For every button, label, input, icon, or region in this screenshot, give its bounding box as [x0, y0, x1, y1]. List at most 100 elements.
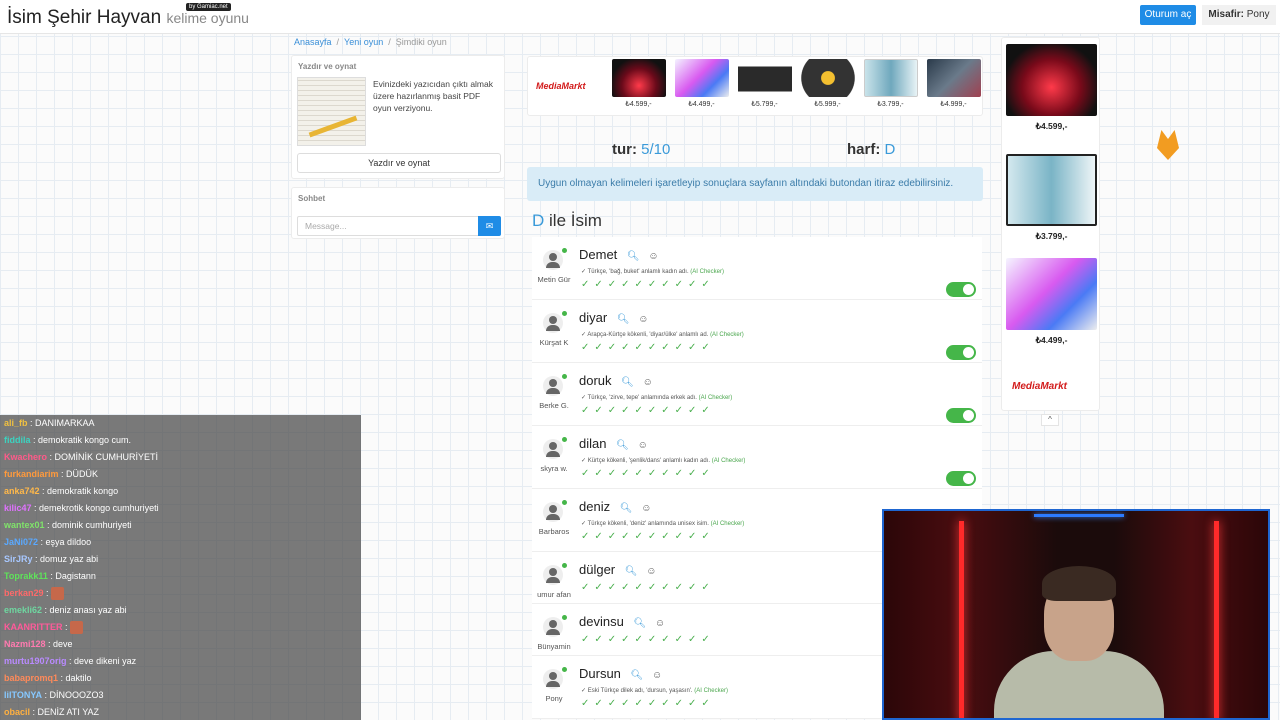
answer-actions: 🔍︎ ☺ [625, 566, 657, 577]
chat-username: fiddila [4, 435, 31, 445]
side-ad-product[interactable]: ₺4.599,- [1006, 44, 1097, 132]
chat-username: Kwachero [4, 452, 48, 462]
search-icon[interactable]: 🔍︎ [616, 440, 629, 451]
search-icon[interactable]: 🔍︎ [631, 670, 644, 681]
chat-username: berkan29 [4, 588, 44, 598]
search-icon[interactable]: 🔍︎ [620, 503, 633, 514]
emoji-icon[interactable]: ☺ [655, 618, 665, 629]
chat-send-button[interactable]: ✉ [478, 216, 501, 236]
search-icon[interactable]: 🔍︎ [625, 566, 638, 577]
player-name: Kürşat K [539, 338, 569, 347]
chat-message-input[interactable]: Message... [297, 216, 479, 236]
answer-word: dilan 🔍︎ ☺ [579, 436, 648, 451]
chat-message: KAANRITTER : [0, 619, 361, 636]
chat-username: JaNi072 [4, 537, 39, 547]
login-button[interactable]: Oturum aç [1140, 5, 1196, 25]
ad-product[interactable]: ₺5.799,- [736, 59, 793, 108]
search-icon[interactable]: 🔍︎ [621, 377, 634, 388]
vote-checks: ✓✓✓✓✓✓✓✓✓✓ [581, 342, 715, 353]
ad-product[interactable]: ₺5.999,- [799, 59, 856, 108]
gaming-monitor-image [800, 59, 855, 97]
monitor-image [611, 59, 666, 97]
answer-word: diyar 🔍︎ ☺ [579, 310, 649, 325]
user-avatar-icon [543, 250, 563, 270]
search-icon[interactable]: 🔍︎ [633, 618, 646, 629]
breadcrumb-home[interactable]: Anasayfa [294, 37, 332, 47]
mediamarkt-logo: MediaMarkt [536, 81, 586, 91]
ad-product[interactable]: ₺4.599,- [610, 59, 667, 108]
search-icon[interactable]: 🔍︎ [617, 314, 630, 325]
category-title: ile İsim [549, 211, 602, 230]
side-ad-product[interactable]: ₺3.799,- [1006, 154, 1097, 242]
valid-toggle[interactable] [946, 282, 976, 297]
breadcrumb-new-game[interactable]: Yeni oyun [344, 37, 383, 47]
valid-toggle[interactable] [946, 471, 976, 486]
ai-checker-label: (AI Checker) [698, 395, 733, 401]
collapse-ad-button[interactable]: ^ [1041, 414, 1059, 426]
webcam-overlay [882, 509, 1270, 720]
answer-word: Demet 🔍︎ ☺ [579, 247, 659, 262]
breadcrumb-current: Şimdiki oyun [395, 37, 447, 47]
chat-text: : demokratik kongo cum. [33, 435, 132, 445]
description-text: Türkçe, 'bağ, buket' anlamlı kadın adı. [587, 269, 689, 275]
chat-message: obacil : DENİZ ATI YAZ [0, 704, 361, 720]
print-and-play-button[interactable]: Yazdır ve oynat [297, 153, 501, 173]
top-advertisement[interactable]: MediaMarkt ₺4.599,- ₺4.499,- ₺5.799,- ₺5… [527, 56, 983, 116]
chat-text: : deve [48, 639, 73, 649]
answer-row: Berke G. doruk 🔍︎ ☺ ✓ Türkçe, 'zirve, te… [532, 363, 982, 426]
chat-message: wantex01 : dominik cumhuriyeti [0, 517, 361, 534]
vote-checks: ✓✓✓✓✓✓✓✓✓✓ [581, 634, 715, 645]
emoji-icon[interactable]: ☺ [638, 314, 648, 325]
user-avatar-icon [543, 376, 563, 396]
answer-row: Kürşat K diyar 🔍︎ ☺ ✓ Arapça-Kürtçe köke… [532, 300, 982, 363]
guest-user-label[interactable]: Misafir: Pony [1202, 5, 1276, 25]
description-text: Türkçe, 'zirve, tepe' anlamında erkek ad… [587, 395, 697, 401]
valid-toggle[interactable] [946, 345, 976, 360]
valid-toggle[interactable] [946, 408, 976, 423]
chat-message: babapromq1 : daktilo [0, 670, 361, 687]
user-avatar-icon [543, 617, 563, 637]
ad-product[interactable]: ₺3.799,- [862, 59, 919, 108]
search-icon[interactable]: 🔍︎ [627, 251, 640, 262]
online-status-dot [562, 374, 567, 379]
emoji-icon[interactable]: ☺ [646, 566, 656, 577]
chat-text: : eşya dildoo [40, 537, 92, 547]
answer-description: ✓ Arapça-Kürtçe kökenli, 'diyar/ülke' an… [581, 332, 744, 338]
chat-text: : DİNOOOZO3 [44, 690, 104, 700]
emoji-icon[interactable]: ☺ [648, 251, 658, 262]
answer-description: ✓ Kürtçe kökenli, 'şenlik/dans' anlamlı … [581, 458, 746, 464]
chat-text: : dominik cumhuriyeti [47, 520, 132, 530]
monitor-image [674, 59, 729, 97]
chat-username: Toprakk11 [4, 571, 48, 581]
stream-chat-overlay: ali_fb : DANIMARKAA fiddila : demokratik … [0, 415, 361, 720]
chat-message: emekli62 : deniz anası yaz abi [0, 602, 361, 619]
guest-name: Pony [1246, 9, 1270, 20]
side-ad-price: ₺3.799,- [1035, 231, 1068, 241]
side-advertisement[interactable]: ₺4.599,- ₺3.799,- ₺4.499,- MediaMarkt [1001, 37, 1100, 411]
side-ad-product[interactable]: ₺4.499,- [1006, 258, 1097, 346]
letter-value: D [884, 141, 896, 158]
emoji-icon[interactable]: ☺ [641, 503, 651, 514]
emoji-icon[interactable]: ☺ [638, 440, 648, 451]
player-name: Barbaros [538, 527, 570, 536]
vote-checks: ✓✓✓✓✓✓✓✓✓✓ [581, 279, 715, 290]
player-name: Bünyamin [537, 642, 571, 651]
chat-message: Toprakk11 : Dagistann [0, 568, 361, 585]
answer-word-text: Dursun [579, 666, 621, 681]
print-thumbnail[interactable] [297, 77, 366, 146]
monitor-image [926, 59, 981, 97]
online-status-dot [562, 248, 567, 253]
chat-message: SirJRy : domuz yaz abi [0, 551, 361, 568]
answer-actions: 🔍︎ ☺ [621, 377, 653, 388]
streamer-hair [1042, 566, 1116, 601]
ai-checker-label: (AI Checker) [711, 458, 746, 464]
ad-product[interactable]: ₺4.499,- [673, 59, 730, 108]
ad-price: ₺4.499,- [688, 101, 715, 108]
ai-checker-label: (AI Checker) [694, 688, 728, 694]
neon-light [1214, 521, 1219, 718]
chat-message: lilTONYA : DİNOOOZO3 [0, 687, 361, 704]
emoji-icon[interactable]: ☺ [652, 670, 662, 681]
ad-product[interactable]: ₺4.999,- [925, 59, 982, 108]
vote-checks: ✓✓✓✓✓✓✓✓✓✓ [581, 468, 715, 479]
emoji-icon[interactable]: ☺ [643, 377, 653, 388]
